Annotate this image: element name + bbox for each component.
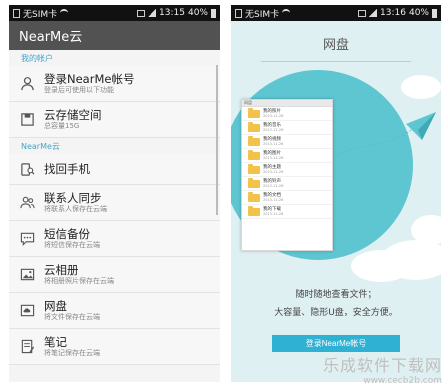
item-title: 云存储空间 — [44, 108, 102, 122]
netdisk-item[interactable]: 网盘 将文件保存在云端 — [9, 293, 220, 329]
person-icon — [20, 76, 35, 91]
cloud-storage-item[interactable]: 云存储空间 总容量15G — [9, 102, 220, 138]
folder-icon — [248, 135, 260, 146]
file-row: 我的铃声 2013-11-26 — [242, 177, 332, 191]
sms-icon — [20, 231, 35, 246]
wifi-icon — [282, 9, 291, 17]
folder-icon — [248, 177, 260, 188]
status-bar: 无SIM卡 13:15 40% — [9, 5, 220, 21]
wifi-icon — [60, 9, 69, 17]
file-date: 2013-11-26 — [263, 212, 284, 216]
save-disk-icon — [20, 112, 35, 127]
app-title: NearMe云 — [19, 30, 83, 45]
file-date: 2013-11-26 — [263, 128, 284, 132]
scrollbar[interactable] — [216, 65, 218, 215]
contacts-sync-item[interactable]: 联系人同步 将联系人保存在云端 — [9, 185, 220, 221]
left-phone-screen: 无SIM卡 13:15 40% NearMe云 我的帐户 登录NearMe帐号 … — [9, 5, 220, 382]
status-bar: 无SIM卡 13:16 40% — [231, 5, 441, 21]
file-date: 2013-11-26 — [263, 198, 284, 202]
folder-icon — [248, 107, 260, 118]
signal-icon — [148, 9, 157, 17]
sim-icon — [235, 8, 242, 18]
carrier-label: 无SIM卡 — [23, 9, 58, 20]
folder-icon — [248, 121, 260, 132]
sim-icon — [13, 8, 20, 18]
image-notification-icon — [358, 9, 367, 17]
folder-icon — [248, 191, 260, 202]
watermark-line-2: www.cecb2b.com — [363, 376, 442, 386]
login-nearme-button[interactable]: 登录NearMe帐号 — [272, 335, 400, 352]
sms-backup-item[interactable]: 短信备份 将短信保存在云端 — [9, 221, 220, 257]
file-date: 2013-11-26 — [263, 114, 284, 118]
file-row: 我的下载 2013-11-26 — [242, 205, 332, 219]
folder-icon — [248, 163, 260, 174]
watermark-line-1: 乐成软件下载网 — [322, 356, 442, 375]
file-row: 我的音乐 2013-11-26 — [242, 121, 332, 135]
item-title: 找回手机 — [44, 162, 90, 176]
paper-plane-icon — [330, 112, 436, 161]
image-notification-icon — [137, 9, 146, 17]
file-row: 我的图片 2013-11-26 — [242, 149, 332, 163]
watermark: 乐成软件下载网 www.cecb2b.com — [323, 352, 442, 386]
netdisk-icon — [20, 303, 35, 318]
notes-item[interactable]: 笔记 将笔记保存在云端 — [9, 329, 220, 365]
item-subtitle: 总容量15G — [44, 122, 80, 130]
right-phone-screen: 无SIM卡 13:16 40% 网盘 网盘 我的照片 2013-11-26 我的音… — [231, 5, 441, 382]
battery-level: 40% — [187, 8, 208, 18]
battery-icon — [432, 8, 437, 18]
item-subtitle: 将笔记保存在云端 — [44, 349, 100, 357]
file-row: 我的文档 2013-11-26 — [242, 191, 332, 205]
file-row: 我的照片 2013-11-26 — [242, 107, 332, 121]
item-title: 网盘 — [44, 299, 67, 313]
item-subtitle: 将短信保存在云端 — [44, 241, 100, 249]
item-title: 登录NearMe帐号 — [44, 72, 135, 86]
feature-description: 随时随地查看文件； 大容量、隐形U盘，安全方便。 — [231, 286, 441, 322]
app-title-bar: NearMe云 — [9, 21, 220, 50]
clock: 13:16 — [380, 8, 406, 18]
item-subtitle: 将联系人保存在云端 — [44, 205, 107, 213]
file-row: 我的主题 2013-11-26 — [242, 163, 332, 177]
netdisk-title: 网盘 — [322, 38, 349, 53]
section-header-account: 我的帐户 — [21, 54, 53, 63]
battery-icon — [211, 8, 216, 18]
item-subtitle: 将相册照片保存在云端 — [44, 277, 114, 285]
file-date: 2013-11-26 — [263, 170, 284, 174]
item-subtitle: 登录后可使用以下功能 — [44, 86, 114, 94]
item-title: 笔记 — [44, 335, 67, 349]
file-date: 2013-11-26 — [263, 184, 284, 188]
item-title: 云相册 — [44, 263, 79, 277]
file-browser-preview: 网盘 我的照片 2013-11-26 我的音乐 2013-11-26 我的视频 201… — [241, 99, 333, 251]
battery-level: 40% — [408, 8, 429, 18]
desc-line-2: 大容量、隐形U盘，安全方便。 — [274, 308, 398, 318]
file-date: 2013-11-26 — [263, 142, 284, 146]
item-title: 联系人同步 — [44, 191, 102, 205]
folder-icon — [248, 205, 260, 216]
desc-line-1: 随时随地查看文件； — [295, 290, 377, 300]
contacts-icon — [20, 195, 35, 210]
find-phone-item[interactable]: 找回手机 — [9, 154, 220, 185]
cloud-decoration — [351, 250, 411, 282]
carrier-label: 无SIM卡 — [245, 9, 280, 20]
find-phone-icon — [20, 162, 35, 177]
login-account-item[interactable]: 登录NearMe帐号 登录后可使用以下功能 — [9, 66, 220, 102]
title-divider — [261, 61, 411, 62]
signal-icon — [369, 9, 378, 17]
file-row: 我的视频 2013-11-26 — [242, 135, 332, 149]
note-icon — [20, 339, 35, 354]
folder-icon — [248, 149, 260, 160]
clock: 13:15 — [159, 8, 185, 18]
file-date: 2013-11-26 — [263, 156, 284, 160]
window-title: 网盘 — [242, 100, 332, 107]
cloud-decoration — [401, 75, 441, 99]
album-icon — [20, 267, 35, 282]
item-title: 短信备份 — [44, 227, 90, 241]
section-header-cloud: NearMe云 — [21, 142, 60, 151]
item-subtitle: 将文件保存在云端 — [44, 313, 100, 321]
cloud-album-item[interactable]: 云相册 将相册照片保存在云端 — [9, 257, 220, 293]
